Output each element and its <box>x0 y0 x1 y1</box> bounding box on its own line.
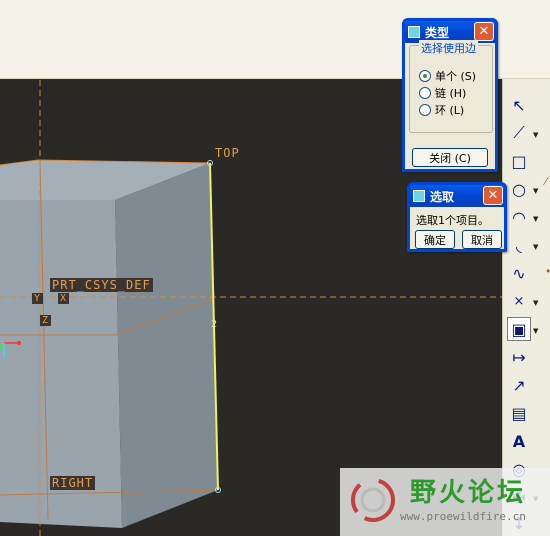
right-plane-label: RIGHT <box>50 476 96 490</box>
axis-y-label: Y <box>32 293 44 304</box>
point-icon[interactable]: × <box>507 289 531 313</box>
type-dialog: 类型 ✕ 选择使用边 单个 (S) 链 (H) 环 (L) 关闭 (C) <box>402 18 498 172</box>
watermark-url: www.proewildfire.cn <box>400 510 526 523</box>
close-icon[interactable]: ✕ <box>474 22 494 41</box>
text-icon[interactable]: A <box>507 429 531 453</box>
fillet-icon[interactable]: ◟ <box>507 233 531 257</box>
circle-dropdown-icon[interactable]: ▼ <box>533 187 541 195</box>
modify-icon[interactable]: ↗ <box>507 373 531 397</box>
spline-icon[interactable]: ∿ <box>507 261 531 285</box>
type-dialog-title: 类型 <box>425 25 450 40</box>
radio-chain[interactable]: 链 (H) <box>419 85 466 101</box>
circle-icon[interactable]: ○ <box>507 177 531 201</box>
select-dialog-title: 选取 <box>430 189 455 204</box>
cancel-button[interactable]: 取消 <box>462 230 502 249</box>
radio-loop-button[interactable] <box>419 104 431 116</box>
axis-x-label: X <box>58 293 70 304</box>
top-plane-label: TOP <box>215 146 240 160</box>
radio-loop-label: 环 (L) <box>435 104 465 117</box>
use-edge-group-label: 选择使用边 <box>419 40 478 56</box>
arc-dropdown-icon[interactable]: ▼ <box>533 215 541 223</box>
dialog-window-icon <box>408 26 420 38</box>
use-edge-icon[interactable]: ▣ <box>507 317 531 341</box>
select-arrow-icon[interactable]: ↖ <box>507 93 531 117</box>
box-side-face <box>115 163 218 528</box>
csys-axis-red-tip <box>17 341 21 345</box>
constraint-icon[interactable]: ▤ <box>507 401 531 425</box>
line-icon[interactable]: ⟋ <box>507 121 531 145</box>
select-message: 选取1个项目。 <box>416 214 489 227</box>
use-edge-dropdown-icon[interactable]: ▼ <box>533 327 541 335</box>
csys-label: PRT_CSYS_DEF <box>50 278 153 292</box>
watermark: 野火论坛 www.proewildfire.cn <box>340 468 550 536</box>
radio-chain-label: 链 (H) <box>435 87 467 100</box>
rectangle-icon[interactable]: □ <box>507 149 531 173</box>
radio-single[interactable]: 单个 (S) <box>419 68 476 84</box>
radio-single-label: 单个 (S) <box>435 70 477 83</box>
dialog-window-icon <box>413 190 425 202</box>
arc-icon[interactable]: ◠ <box>507 205 531 229</box>
dimension-icon[interactable]: ↦ <box>507 345 531 369</box>
side-strip-icon: ⁄ <box>545 175 547 188</box>
radio-chain-button[interactable] <box>419 87 431 99</box>
forum-logo-icon <box>351 478 395 522</box>
select-dialog: 选取 ✕ 选取1个项目。 确定 取消 <box>407 182 507 252</box>
radio-single-button[interactable] <box>419 70 431 82</box>
side-strip-icon-2: • <box>545 265 550 278</box>
ok-button[interactable]: 确定 <box>415 230 455 249</box>
line-dropdown-icon[interactable]: ▼ <box>533 131 541 139</box>
radio-loop[interactable]: 环 (L) <box>419 102 464 118</box>
close-button[interactable]: 关闭 (C) <box>412 148 488 167</box>
fillet-dropdown-icon[interactable]: ▼ <box>533 243 541 251</box>
select-dialog-titlebar[interactable]: 选取 ✕ <box>410 185 504 207</box>
dimension-mark: 2 <box>211 319 219 330</box>
point-dropdown-icon[interactable]: ▼ <box>533 299 541 307</box>
close-icon[interactable]: ✕ <box>483 186 503 205</box>
watermark-text: 野火论坛 <box>410 478 527 508</box>
axis-z-label: Z <box>40 315 52 326</box>
